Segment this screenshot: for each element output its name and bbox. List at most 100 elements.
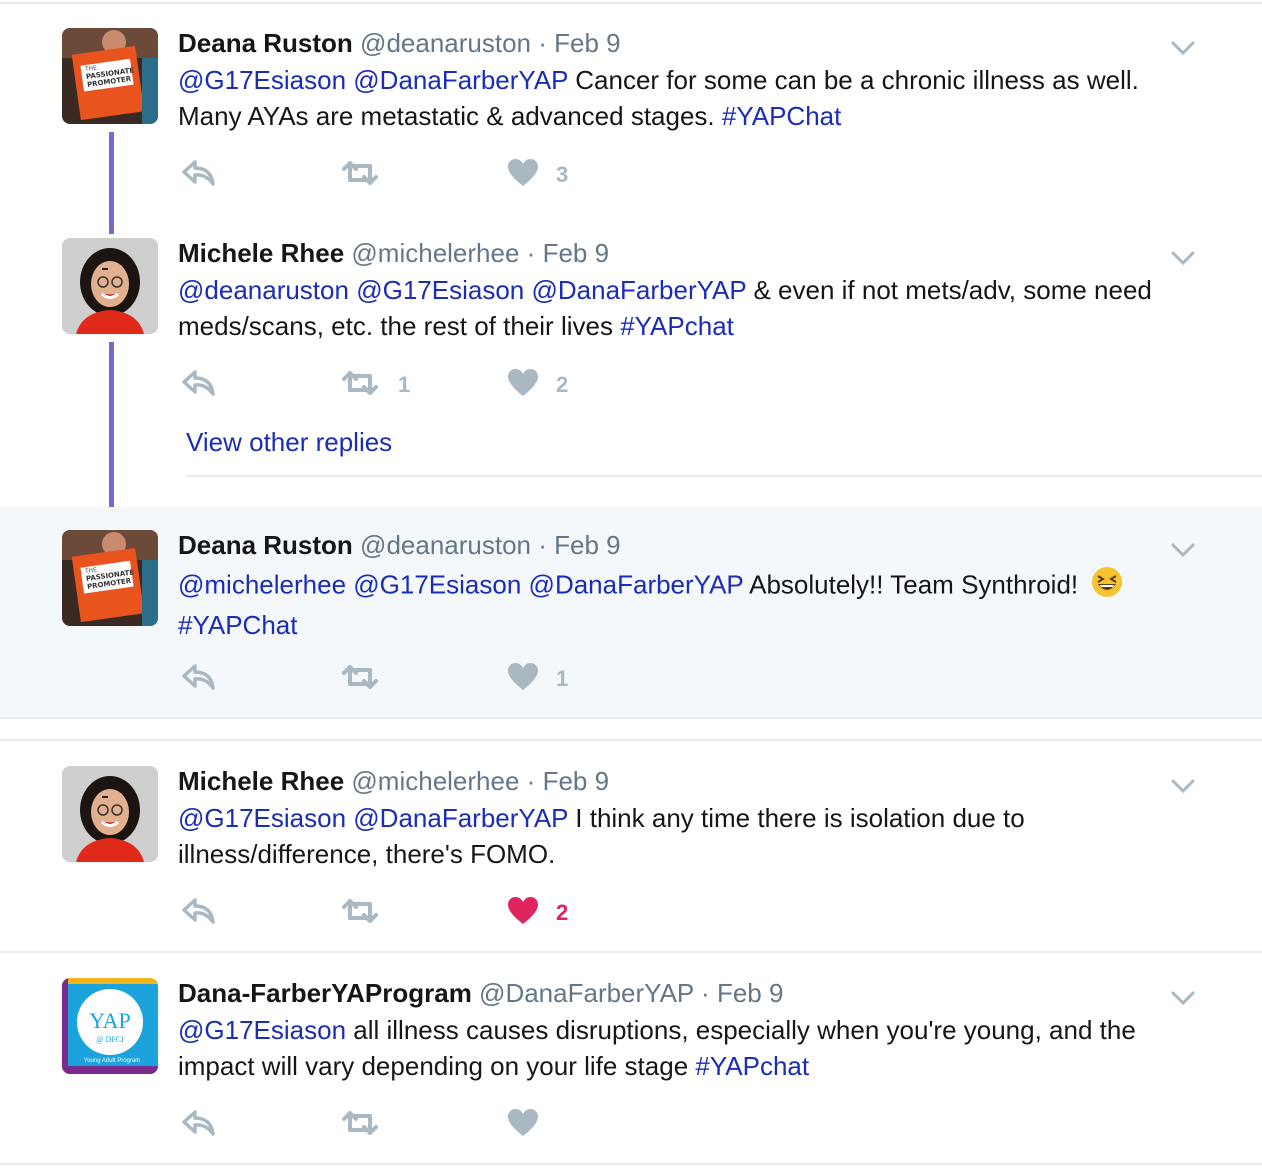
author-name[interactable]: Deana Ruston: [178, 530, 353, 560]
mention-link[interactable]: @G17Esiason: [178, 65, 346, 95]
retweet-button[interactable]: 1: [340, 368, 410, 402]
retweet-icon: [340, 898, 380, 929]
reply-icon: [182, 159, 216, 191]
author-handle[interactable]: @deanaruston: [360, 28, 531, 58]
divider: [0, 951, 1262, 953]
tweet-text: @deanaruston @G17Esiason @DanaFarberYAP …: [178, 272, 1188, 344]
author-handle[interactable]: @michelerhee: [351, 238, 519, 268]
svg-text:Young Adult Program: Young Adult Program: [84, 1058, 140, 1064]
tweet-date[interactable]: Feb 9: [543, 766, 610, 796]
like-count: 3: [556, 162, 569, 187]
retweet-icon: [340, 160, 380, 191]
mention-link[interactable]: @G17Esiason: [356, 275, 524, 305]
thread-line: [109, 132, 114, 234]
chevron-down-icon[interactable]: [1170, 540, 1196, 560]
retweet-button[interactable]: [340, 158, 380, 192]
divider: [0, 2, 1262, 4]
svg-text:YAP: YAP: [89, 1008, 131, 1033]
view-other-replies-link[interactable]: View other replies: [186, 427, 392, 458]
author-name[interactable]: Deana Ruston: [178, 28, 353, 58]
chevron-down-icon[interactable]: [1170, 38, 1196, 58]
reply-button[interactable]: [182, 368, 216, 402]
author-handle[interactable]: @deanaruston: [360, 530, 531, 560]
reply-button[interactable]: [182, 158, 216, 192]
reply-icon: [182, 369, 216, 401]
separator-dot: ·: [526, 238, 536, 268]
chevron-down-icon[interactable]: [1170, 776, 1196, 796]
reply-icon: [182, 897, 216, 929]
like-button[interactable]: 3: [508, 158, 568, 192]
separator-dot: ·: [701, 978, 710, 1008]
avatar[interactable]: THE PASSIONATE PROMOTER: [62, 530, 158, 626]
tweet-header: Michele Rhee @michelerhee · Feb 9: [178, 238, 609, 269]
divider: [0, 1163, 1262, 1165]
hashtag-link[interactable]: #YAPChat: [722, 101, 841, 131]
heart-icon: [508, 662, 538, 696]
tweet-date[interactable]: Feb 9: [554, 28, 621, 58]
author-handle[interactable]: @DanaFarberYAP: [479, 978, 694, 1008]
tweet-date[interactable]: Feb 9: [717, 978, 784, 1008]
tweet-header: Deana Ruston @deanaruston · Feb 9: [178, 28, 621, 59]
heart-icon: [508, 896, 538, 930]
author-handle[interactable]: @michelerhee: [351, 766, 519, 796]
hashtag-link[interactable]: #YAPchat: [695, 1051, 809, 1081]
reply-button[interactable]: [182, 1108, 216, 1142]
heart-icon: [508, 1108, 538, 1142]
retweet-button[interactable]: [340, 1108, 380, 1142]
separator-dot: ·: [526, 766, 536, 796]
separator-dot: ·: [538, 28, 547, 58]
mention-link[interactable]: @G17Esiason: [353, 569, 521, 599]
tweet-text-segment: [521, 569, 528, 599]
author-name[interactable]: Dana-FarberYAProgram: [178, 978, 472, 1008]
like-button[interactable]: 2: [508, 368, 568, 402]
hashtag-link[interactable]: #YAPchat: [620, 311, 734, 341]
avatar[interactable]: YAP @ DFCI Young Adult Program: [62, 978, 158, 1074]
tweet-date[interactable]: Feb 9: [543, 238, 610, 268]
retweet-count: 1: [398, 372, 411, 397]
avatar[interactable]: THE PASSIONATE PROMOTER: [62, 28, 158, 124]
avatar[interactable]: [62, 238, 158, 334]
like-button[interactable]: 2: [508, 896, 568, 930]
avatar[interactable]: [62, 766, 158, 862]
author-name[interactable]: Michele Rhee: [178, 766, 344, 796]
retweet-button[interactable]: [340, 896, 380, 930]
reply-icon: [182, 1109, 216, 1141]
tweet-text: @michelerhee @G17Esiason @DanaFarberYAP …: [178, 566, 1188, 643]
like-count: 2: [556, 900, 569, 925]
divider: [186, 475, 1262, 477]
reply-icon: [182, 663, 216, 695]
mention-link[interactable]: @G17Esiason: [178, 1015, 346, 1045]
divider: [0, 739, 1262, 741]
tweet-date[interactable]: Feb 9: [554, 530, 621, 560]
grinning-squinting-face-icon: [1091, 566, 1123, 607]
retweet-button[interactable]: [340, 662, 380, 696]
author-name[interactable]: Michele Rhee: [178, 238, 344, 268]
like-count: 2: [556, 372, 569, 397]
chevron-down-icon[interactable]: [1170, 988, 1196, 1008]
heart-icon: [508, 368, 538, 402]
hashtag-link[interactable]: #YAPChat: [178, 610, 297, 640]
chevron-down-icon[interactable]: [1170, 248, 1196, 268]
svg-text:@ DFCI: @ DFCI: [96, 1035, 124, 1044]
like-button[interactable]: 1: [508, 662, 568, 696]
tweet-header: Michele Rhee @michelerhee · Feb 9: [178, 766, 609, 797]
mention-link[interactable]: @DanaFarberYAP: [353, 803, 568, 833]
reply-button[interactable]: [182, 896, 216, 930]
mention-link[interactable]: @G17Esiason: [178, 803, 346, 833]
tweet-text: @G17Esiason @DanaFarberYAP Cancer for so…: [178, 62, 1188, 134]
retweet-icon: [340, 1110, 380, 1141]
retweet-icon: [340, 370, 380, 401]
separator-dot: ·: [538, 530, 547, 560]
mention-link[interactable]: @deanaruston: [178, 275, 349, 305]
like-count: 1: [556, 666, 569, 691]
mention-link[interactable]: @michelerhee: [178, 569, 346, 599]
heart-icon: [508, 158, 538, 192]
tweet-text: @G17Esiason all illness causes disruptio…: [178, 1012, 1188, 1084]
divider: [0, 717, 1262, 719]
reply-button[interactable]: [182, 662, 216, 696]
tweet-text: @G17Esiason @DanaFarberYAP I think any t…: [178, 800, 1188, 872]
like-button[interactable]: [508, 1108, 538, 1142]
mention-link[interactable]: @DanaFarberYAP: [353, 65, 568, 95]
mention-link[interactable]: @DanaFarberYAP: [531, 275, 746, 305]
mention-link[interactable]: @DanaFarberYAP: [529, 569, 744, 599]
